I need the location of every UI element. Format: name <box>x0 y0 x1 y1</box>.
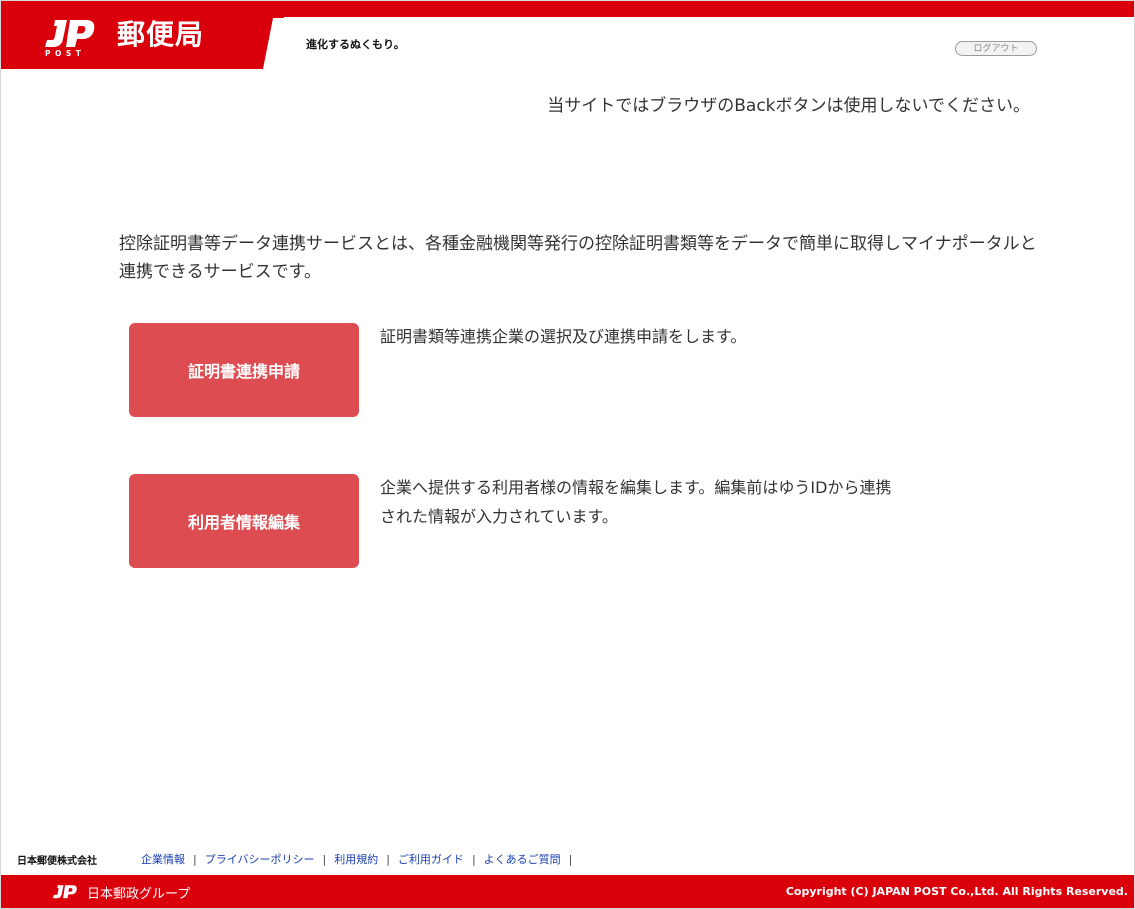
jp-logo-icon[interactable] <box>51 883 81 901</box>
copyright: Copyright (C) JAPAN POST Co.,Ltd. All Ri… <box>785 885 1128 898</box>
service-intro: 控除証明書等データ連携サービスとは、各種金融機関等発行の控除証明書類等をデータで… <box>119 234 1037 282</box>
footer-separator: | <box>568 852 573 866</box>
certificate-link-apply-button[interactable]: 証明書連携申請 <box>129 323 359 417</box>
tagline: 進化するぬくもり。 <box>306 38 405 51</box>
footer-separator: | <box>386 852 390 866</box>
footer-link-faq[interactable]: よくあるご質問 <box>484 851 561 867</box>
footer-link-company-info[interactable]: 企業情報 <box>141 851 185 867</box>
jp-post-logo-icon[interactable]: POST <box>41 17 103 57</box>
user-info-edit-button[interactable]: 利用者情報編集 <box>129 474 359 568</box>
footer-links: 企業情報 | プライバシーポリシー | 利用規約 | ご利用ガイド | よくある… <box>141 851 580 867</box>
certificate-link-apply-description: 証明書類等連携企業の選択及び連携申請をします。 <box>380 327 747 346</box>
logout-button[interactable]: ログアウト <box>955 41 1037 56</box>
footer-separator: | <box>193 852 197 866</box>
user-info-edit-description: 企業へ提供する利用者様の情報を編集します。編集前はゆうIDから連携された情報が入… <box>380 478 892 526</box>
footer-bar: 日本郵政グループ Copyright (C) JAPAN POST Co.,Lt… <box>1 875 1134 908</box>
logo-post-text: POST <box>45 49 85 57</box>
group-name: 日本郵政グループ <box>87 887 191 902</box>
footer-link-terms[interactable]: 利用規約 <box>334 851 378 867</box>
site-title: 郵便局 <box>117 18 205 51</box>
company-name: 日本郵便株式会社 <box>17 856 97 867</box>
footer-separator: | <box>322 852 327 866</box>
back-button-warning: 当サイトではブラウザのBackボタンは使用しないでください。 <box>547 96 1030 116</box>
footer-link-usage-guide[interactable]: ご利用ガイド <box>398 851 464 867</box>
footer-link-privacy-policy[interactable]: プライバシーポリシー <box>205 851 315 867</box>
footer-separator: | <box>471 852 476 866</box>
page: POST 郵便局 進化するぬくもり。 ログアウト 当サイトではブラウザのBack… <box>0 0 1135 909</box>
